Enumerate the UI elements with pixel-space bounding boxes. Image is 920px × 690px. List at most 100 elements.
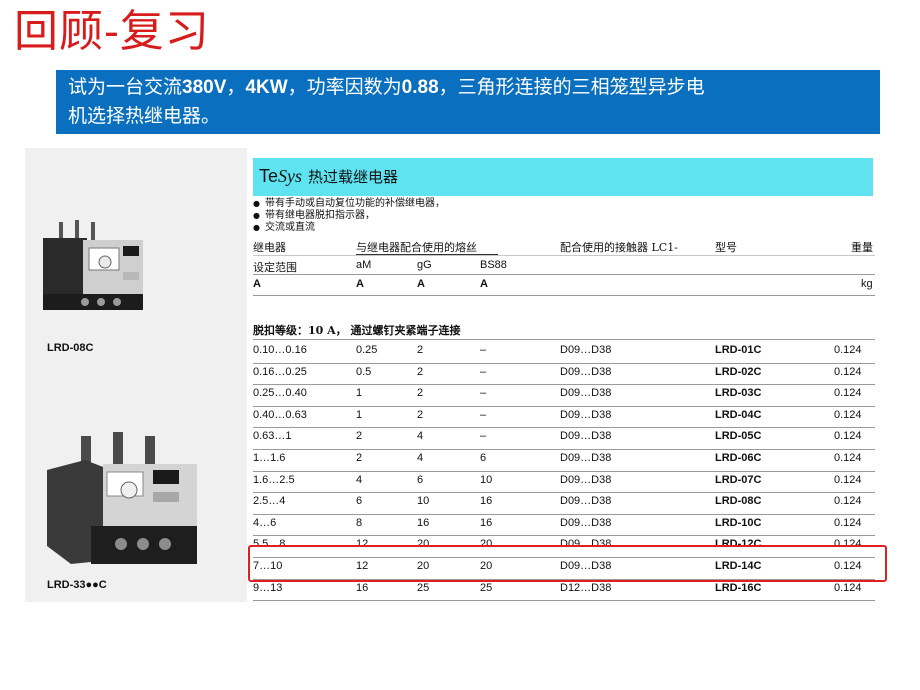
unit-am: A [356,278,364,290]
header-model: 型号 [715,241,737,254]
trip-class-divider [253,339,875,340]
table-cell-contactor: D09…D38 [560,430,612,443]
trip-class-label: 脱扣等级：10 A， 通过螺钉夹紧端子连接 [253,324,461,337]
table-cell-am: 6 [356,495,363,508]
table-cell-contactor: D09…D38 [560,516,612,529]
table-cell-bs88: 10 [480,473,493,486]
table-cell-model: LRD-07C [715,473,762,486]
brand-chinese: 热过载继电器 [308,168,399,186]
unit-range: A [253,278,261,290]
table-row-divider [253,427,875,429]
product-caption-lrd33: LRD-33●●C [47,579,107,591]
header-am: aM [356,259,372,271]
table-cell-weight: 0.124 [834,516,862,529]
table-cell-bs88: 25 [480,581,493,594]
table-cell-am: 16 [356,581,369,594]
table-cell-am: 2 [356,452,363,464]
table-cell-model: LRD-06C [715,452,762,464]
table-cell-bs88: 16 [480,516,493,529]
table-cell-weight: 0.124 [834,365,862,378]
table-cell-am: 0.25 [356,344,378,356]
header-gg: gG [417,259,432,271]
table-cell-model: LRD-05C [715,430,762,443]
header-weight: 重量 [851,241,873,254]
table-row-divider [253,513,875,515]
table-cell-am: 4 [356,473,363,486]
table-cell-contactor: D09…D38 [560,408,612,421]
brand-prefix: Te [259,166,279,186]
table-cell-gg: 10 [417,495,430,508]
table-cell-contactor: D09…D38 [560,344,612,356]
catalog-brand: TeSys 热过载继电器 [259,166,398,187]
table-row-divider [253,492,875,494]
table-cell-gg: 25 [417,581,430,594]
table-cell-weight: 0.124 [834,344,862,356]
bullet-item: 带有继电器脱扣指示器， [253,210,445,222]
table-cell-range: 1…1.6 [253,452,286,464]
table-cell-bs88: – [480,387,487,400]
table-cell-gg: 6 [417,473,424,486]
table-cell-am: 2 [356,430,363,443]
table-cell-range: 0.16…0.25 [253,365,307,378]
header-setting-range: 设定范围 [253,261,297,274]
table-cell-gg: 4 [417,430,424,443]
bullet-item: 带有手动或自动复位功能的补偿继电器， [253,198,445,210]
table-cell-am: 8 [356,516,363,529]
table-cell-contactor: D09…D38 [560,365,612,378]
brand-italic: Sys [278,166,303,186]
table-cell-range: 9…13 [253,581,283,594]
header-fuse-group: 与继电器配合使用的熔丝 [356,241,477,254]
header-relay: 继电器 [253,241,286,254]
table-cell-model: LRD-16C [715,581,762,594]
table-cell-gg: 2 [417,387,424,400]
table-cell-range: 0.10…0.16 [253,344,307,356]
highlight-box [248,545,887,582]
header-contactor: 配合使用的接触器 LC1- [560,241,678,254]
table-cell-model: LRD-01C [715,344,762,356]
relay-lrd08c-image [43,220,143,310]
question-sep: ， [226,76,246,98]
table-cell-am: 0.5 [356,365,372,378]
table-cell-bs88: 16 [480,495,493,508]
relay-lrd33-image [47,432,197,564]
table-cell-gg: 2 [417,344,424,356]
table-cell-bs88: – [480,430,487,443]
table-cell-am: 1 [356,387,363,400]
header-divider [253,255,875,256]
feature-bullets: 带有手动或自动复位功能的补偿继电器， 带有继电器脱扣指示器， 交流或直流 [253,198,445,234]
table-cell-gg: 2 [417,365,424,378]
question-text-4: 机选择热继电器。 [68,105,221,127]
table-cell-contactor: D12…D38 [560,581,612,594]
table-row-divider [253,470,875,472]
table-cell-weight: 0.124 [834,452,862,464]
table-cell-bs88: – [480,408,487,421]
table-cell-contactor: D09…D38 [560,495,612,508]
table-cell-contactor: D09…D38 [560,387,612,400]
table-cell-range: 2.5…4 [253,495,286,508]
question-text-3: ，三角形连接的三相笼型异步电 [438,76,705,98]
table-cell-range: 0.63…1 [253,430,292,443]
catalog-header-band: TeSys 热过载继电器 [253,158,873,196]
table-cell-bs88: – [480,344,487,356]
table-cell-weight: 0.124 [834,387,862,400]
table-cell-model: LRD-04C [715,408,762,421]
table-cell-weight: 0.124 [834,408,862,421]
question-text-2: ，功率因数为 [287,76,402,98]
table-cell-gg: 2 [417,408,424,421]
product-panel: LRD-08C LRD-33●●C [25,148,247,602]
table-cell-contactor: D09…D38 [560,452,612,464]
catalog-page: LRD-08C LRD-33●●C TeSys 热过载继电器 带有手动或自动复位功… [25,148,881,602]
header-divider [253,274,875,275]
table-cell-am: 1 [356,408,363,421]
question-voltage: 380V [182,77,227,98]
product-caption-lrd08c: LRD-08C [47,342,94,354]
units-divider [253,295,875,296]
table-row-divider [253,600,875,602]
table-cell-bs88: 6 [480,452,487,464]
table-cell-range: 1.6…2.5 [253,473,295,486]
table-row-divider [253,449,875,450]
table-cell-contactor: D09…D38 [560,473,612,486]
question-text-1: 试为一台交流 [68,76,183,98]
table-row-divider [253,535,875,537]
table-cell-range: 0.25…0.40 [253,387,307,400]
